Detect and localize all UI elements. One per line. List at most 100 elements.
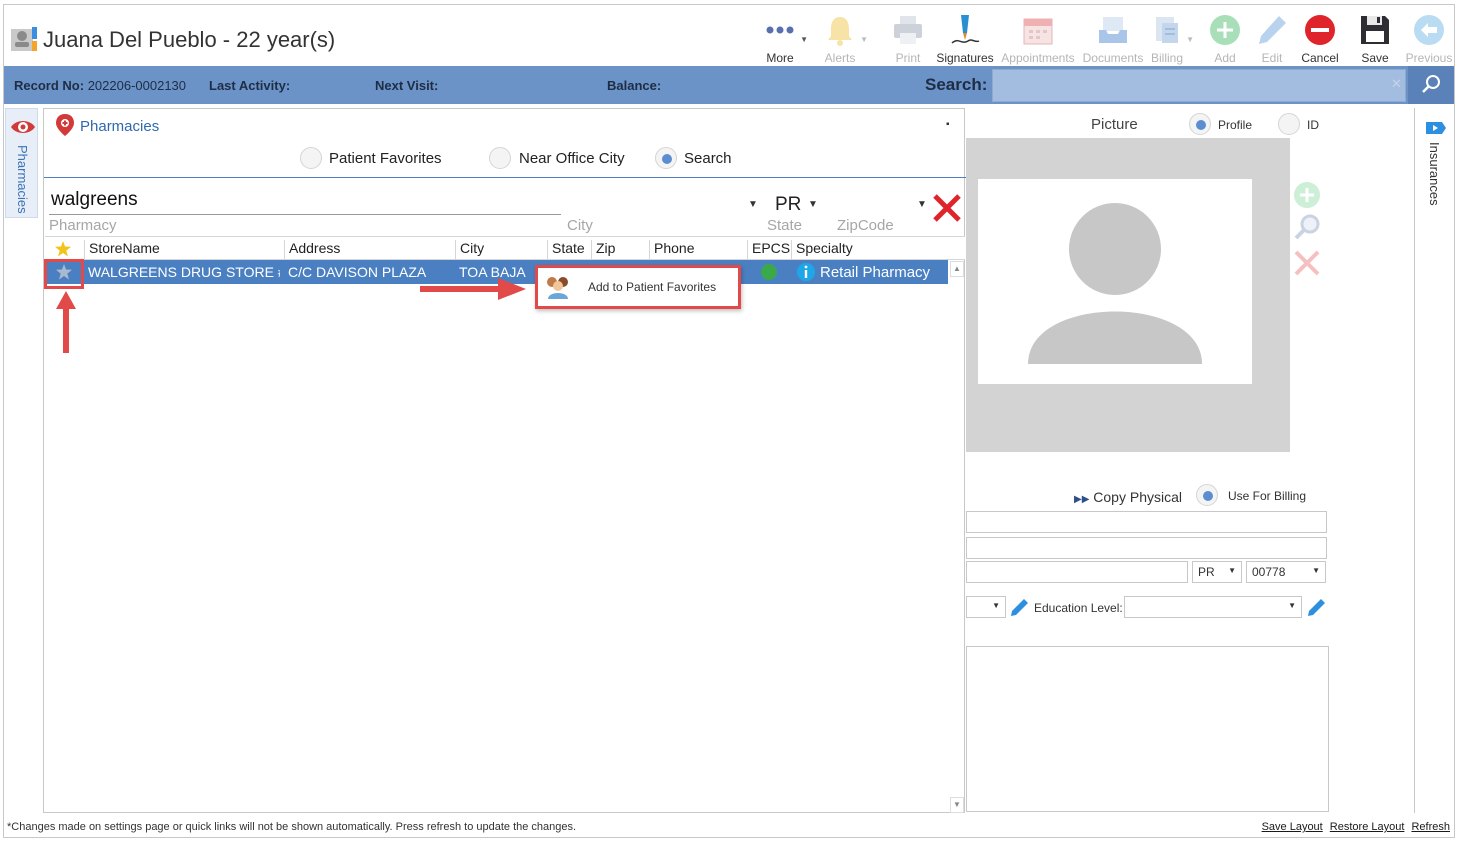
state-dropdown-value: PR <box>1198 565 1215 579</box>
save-label: Save <box>1361 51 1389 65</box>
patient-favorites-radio[interactable] <box>300 147 322 169</box>
patient-header: Juana Del Pueblo - 22 year(s) ▼ More ▼ A… <box>4 5 1454 65</box>
previous-button[interactable]: Previous <box>1404 9 1454 67</box>
search-label: Search: <box>925 75 988 94</box>
col-phone[interactable]: Phone <box>649 240 747 260</box>
save-layout-link[interactable]: Save Layout <box>1262 821 1323 833</box>
col-zip[interactable]: Zip <box>591 240 649 260</box>
picture-frame <box>978 179 1252 384</box>
patient-info-bar: Record No: 202206-0002130 Last Activity:… <box>4 66 1454 104</box>
record-label: Record No: <box>14 78 85 93</box>
back-arrow-icon <box>1414 15 1444 45</box>
previous-label: Previous <box>1405 51 1453 65</box>
address-line2-input[interactable] <box>966 537 1327 559</box>
zip-dropdown[interactable]: 00778 ▼ <box>1246 561 1326 583</box>
patient-group-icon <box>547 277 568 299</box>
grid-scroll-up-icon[interactable]: ▲ <box>950 261 964 277</box>
refresh-link[interactable]: Refresh <box>1411 821 1450 833</box>
search-radio-label: Search <box>684 150 732 167</box>
printer-icon <box>894 16 922 44</box>
col-address[interactable]: Address <box>284 240 455 260</box>
zoom-picture-icon[interactable] <box>1292 212 1322 242</box>
cancel-button[interactable]: Cancel <box>1297 9 1343 67</box>
demographics-panel: Picture Profile ID ▶▶ Copy Physical Use … <box>966 108 1415 813</box>
search-button[interactable] <box>1408 66 1454 104</box>
signatures-button[interactable]: Signatures <box>933 9 997 67</box>
double-arrow-icon: ▶▶ <box>1074 494 1090 505</box>
patient-picture-area <box>966 138 1290 452</box>
col-epcs[interactable]: EPCS <box>747 240 791 260</box>
eye-icon <box>11 121 35 133</box>
add-to-favorites-label: Add to Patient Favorites <box>588 280 717 294</box>
pharmacies-panel: Pharmacies ▪ Patient Favorites Near Offi… <box>43 108 966 813</box>
search-clear-icon[interactable]: ✕ <box>1391 76 1402 92</box>
col-storename[interactable]: StoreName <box>84 240 284 260</box>
use-for-billing-radio[interactable] <box>1196 484 1218 506</box>
education-level-dropdown[interactable]: ▼ <box>1124 596 1302 618</box>
epcs-status-icon <box>761 264 777 280</box>
billing-button[interactable]: ▼ Billing <box>1142 9 1194 67</box>
alerts-button[interactable]: ▼ Alerts <box>814 9 868 67</box>
state-dropdown[interactable]: PR ▼ <box>1192 561 1242 583</box>
insurances-side-tab[interactable]: Insurances <box>1416 108 1456 218</box>
up-arrow-annotation-icon <box>56 291 76 353</box>
insurances-side-tab-label: Insurances <box>1427 142 1442 206</box>
col-state[interactable]: State <box>547 240 591 260</box>
edit-pencil-icon[interactable] <box>1009 597 1029 617</box>
search-radio[interactable] <box>655 147 677 169</box>
education-edit-pencil-icon[interactable] <box>1306 597 1326 617</box>
documents-label: Documents <box>1082 51 1144 65</box>
add-to-favorites-menu[interactable]: Add to Patient Favorites <box>535 265 741 309</box>
city-input[interactable] <box>966 561 1188 583</box>
patient-name: Juana Del Pueblo - 22 year(s) <box>43 27 336 52</box>
city-dropdown-caret-icon[interactable]: ▼ <box>748 199 758 210</box>
delete-picture-icon[interactable] <box>1292 248 1322 278</box>
signature-pen-icon <box>951 15 980 44</box>
clear-search-icon[interactable] <box>930 191 964 225</box>
floppy-disk-icon <box>1361 16 1389 44</box>
id-label: ID <box>1307 118 1319 132</box>
pharmacy-search-input[interactable]: walgreens <box>49 189 561 215</box>
grid-scroll-down-icon[interactable]: ▼ <box>950 797 964 813</box>
profile-radio[interactable] <box>1189 113 1211 135</box>
state-dropdown-caret-icon[interactable]: ▼ <box>808 199 818 210</box>
state-caret-icon: ▼ <box>1228 566 1236 575</box>
copy-physical-button[interactable]: ▶▶ Copy Physical <box>1074 489 1182 505</box>
pin-icon[interactable]: ▪ <box>946 119 950 130</box>
signatures-label: Signatures <box>936 51 994 65</box>
id-radio[interactable] <box>1278 113 1300 135</box>
star-highlight-box <box>44 259 84 289</box>
unknown-dropdown[interactable]: ▼ <box>966 596 1006 618</box>
city-field-label: City <box>567 217 593 234</box>
notes-textarea[interactable] <box>966 646 1329 812</box>
edit-button[interactable]: Edit <box>1250 9 1294 67</box>
add-button[interactable]: Add <box>1203 9 1247 67</box>
pharmacies-side-tab[interactable]: Pharmacies <box>5 108 38 218</box>
next-visit-label: Next Visit: <box>375 78 439 93</box>
add-picture-icon[interactable] <box>1292 180 1322 210</box>
insurance-tag-icon <box>1426 122 1446 134</box>
documents-button[interactable]: Documents <box>1081 9 1145 67</box>
more-button[interactable]: ▼ More <box>754 9 808 67</box>
state-select[interactable]: PR <box>775 194 801 216</box>
info-icon[interactable] <box>796 262 816 282</box>
print-button[interactable]: Print <box>882 9 934 67</box>
col-specialty[interactable]: Specialty <box>791 240 949 260</box>
billing-caret-icon: ▼ <box>1186 35 1194 44</box>
near-office-city-label: Near Office City <box>519 150 625 167</box>
billing-label: Billing <box>1150 51 1183 65</box>
address-line1-input[interactable] <box>966 511 1327 533</box>
col-city[interactable]: City <box>455 240 547 260</box>
more-dots-icon <box>766 26 794 34</box>
bell-icon <box>828 17 852 46</box>
search-input[interactable] <box>992 69 1406 102</box>
save-button[interactable]: Save <box>1354 9 1396 67</box>
appointments-button[interactable]: Appointments <box>999 9 1077 67</box>
calendar-icon <box>1023 18 1053 45</box>
near-office-city-radio[interactable] <box>489 147 511 169</box>
billing-icon <box>1156 17 1178 43</box>
appointments-label: Appointments <box>1001 51 1075 65</box>
state-field-label: State <box>767 217 803 234</box>
zipcode-dropdown-caret-icon[interactable]: ▼ <box>917 199 927 210</box>
restore-layout-link[interactable]: Restore Layout <box>1330 821 1405 833</box>
